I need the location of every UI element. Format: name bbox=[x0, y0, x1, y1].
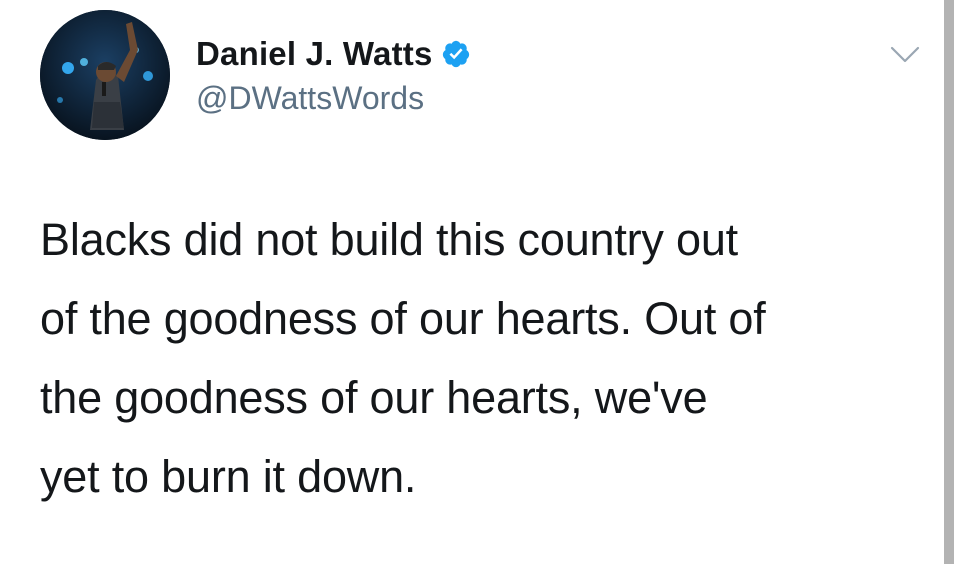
avatar[interactable] bbox=[40, 10, 170, 140]
chevron-down-icon[interactable] bbox=[888, 44, 922, 66]
verified-badge-icon bbox=[441, 39, 471, 69]
display-name[interactable]: Daniel J. Watts bbox=[196, 35, 433, 73]
name-row: Daniel J. Watts bbox=[196, 32, 471, 76]
avatar-image bbox=[40, 10, 170, 140]
tweet-card: Daniel J. Watts @DWattsWords Blacks did … bbox=[0, 0, 960, 564]
tweet-text: Blacks did not build this country out of… bbox=[40, 214, 766, 502]
scrollbar-edge bbox=[944, 0, 954, 564]
user-handle[interactable]: @DWattsWords bbox=[196, 80, 424, 117]
